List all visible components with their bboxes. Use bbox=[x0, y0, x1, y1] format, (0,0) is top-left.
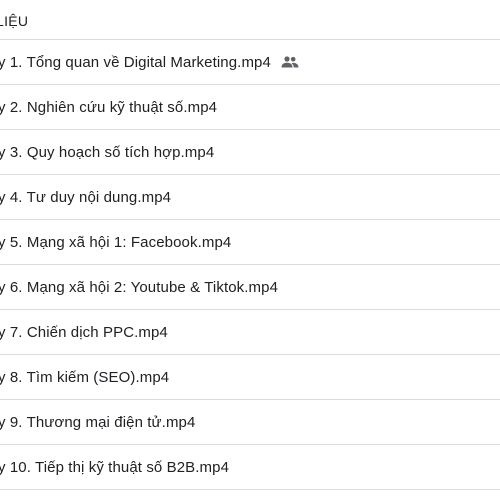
file-name: y 1. Tổng quan về Digital Marketing.mp4 bbox=[0, 53, 271, 71]
file-row[interactable]: y 3. Quy hoạch số tích hợp.mp4 bbox=[0, 130, 500, 175]
people-icon bbox=[281, 54, 301, 70]
file-name: y 3. Quy hoạch số tích hợp.mp4 bbox=[0, 143, 215, 161]
file-row[interactable]: y 4. Tư duy nội dung.mp4 bbox=[0, 175, 500, 220]
file-name: y 8. Tìm kiếm (SEO).mp4 bbox=[0, 368, 170, 386]
file-name: y 5. Mạng xã hội 1: Facebook.mp4 bbox=[0, 233, 232, 251]
file-row[interactable]: y 7. Chiến dịch PPC.mp4 bbox=[0, 310, 500, 355]
file-list: LIỆU y 1. Tổng quan về Digital Marketing… bbox=[0, 0, 500, 500]
file-row[interactable]: y 2. Nghiên cứu kỹ thuật số.mp4 bbox=[0, 85, 500, 130]
file-name: y 7. Chiến dịch PPC.mp4 bbox=[0, 323, 168, 341]
file-row[interactable]: y 8. Tìm kiếm (SEO).mp4 bbox=[0, 355, 500, 400]
file-row[interactable]: y 6. Mạng xã hội 2: Youtube & Tiktok.mp4 bbox=[0, 265, 500, 310]
column-header[interactable]: LIỆU bbox=[0, 0, 500, 40]
file-row[interactable]: y 1. Tổng quan về Digital Marketing.mp4 bbox=[0, 40, 500, 85]
file-row[interactable]: y 5. Mạng xã hội 1: Facebook.mp4 bbox=[0, 220, 500, 265]
file-name: y 6. Mạng xã hội 2: Youtube & Tiktok.mp4 bbox=[0, 278, 279, 296]
file-row[interactable]: y 10. Tiếp thị kỹ thuật số B2B.mp4 bbox=[0, 445, 500, 490]
file-name: y 10. Tiếp thị kỹ thuật số B2B.mp4 bbox=[0, 458, 230, 476]
file-row[interactable]: y 9. Thương mại điện tử.mp4 bbox=[0, 400, 500, 445]
file-name: y 4. Tư duy nội dung.mp4 bbox=[0, 188, 172, 206]
file-name: y 2. Nghiên cứu kỹ thuật số.mp4 bbox=[0, 98, 218, 116]
column-header-label: LIỆU bbox=[0, 12, 29, 29]
file-name: y 9. Thương mại điện tử.mp4 bbox=[0, 413, 196, 431]
